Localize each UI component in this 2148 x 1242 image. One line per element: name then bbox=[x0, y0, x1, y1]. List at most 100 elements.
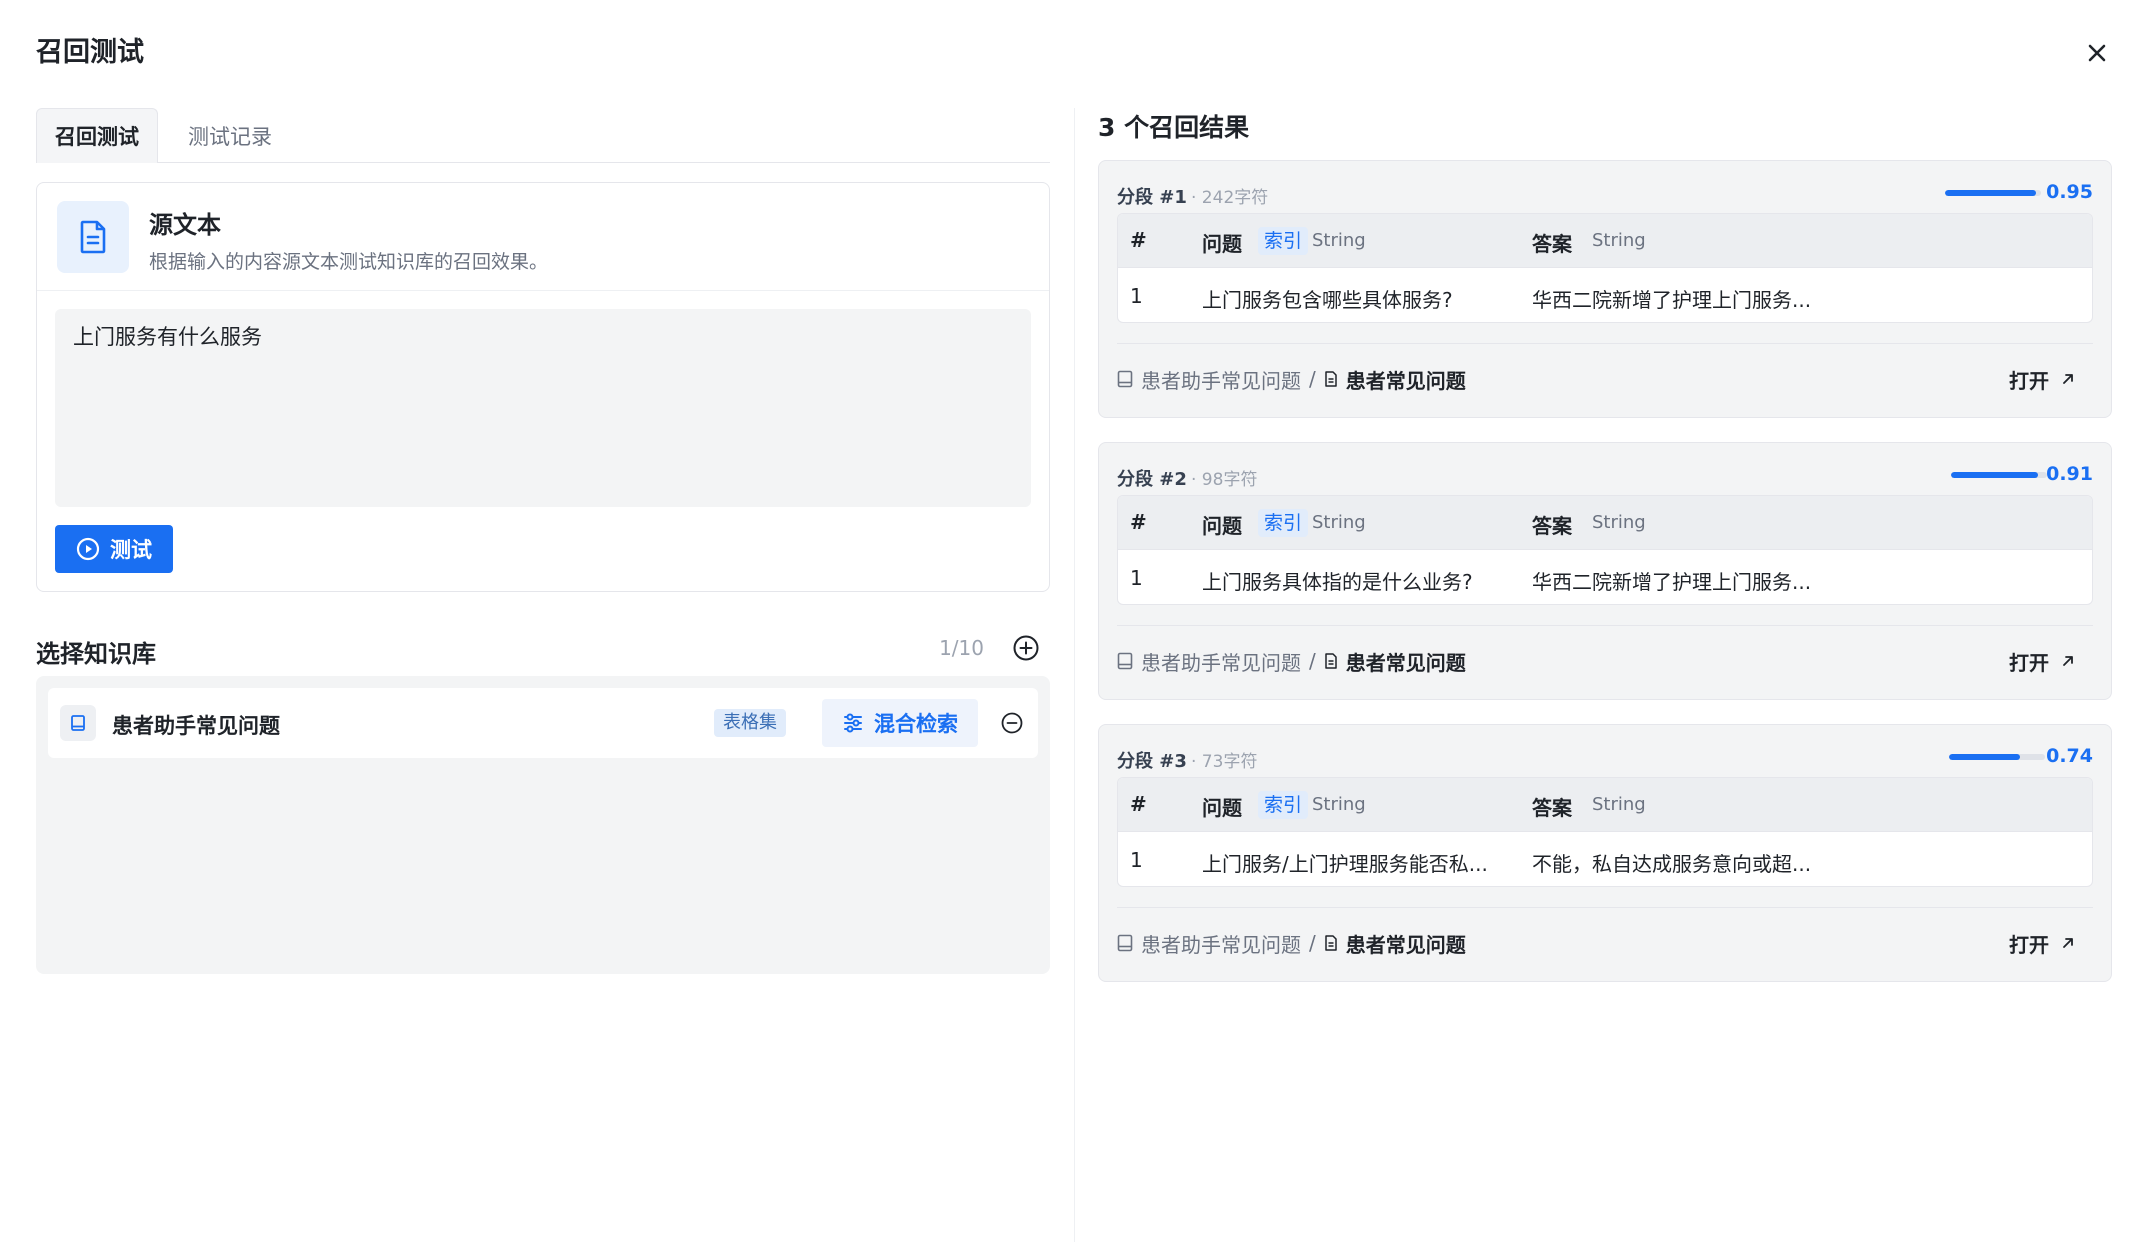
open-label: 打开 bbox=[2009, 368, 2049, 393]
kb-item-name: 患者助手常见问题 bbox=[112, 714, 280, 738]
kb-count: 1/10 bbox=[939, 636, 984, 660]
answer-type: String bbox=[1592, 512, 1646, 533]
close-icon bbox=[2088, 44, 2106, 62]
col-answer-header: 答案 bbox=[1532, 232, 1572, 256]
segment-label: 分段 #2 bbox=[1117, 469, 1187, 490]
kb-item: 患者助手常见问题 表格集 混合检索 bbox=[48, 688, 1038, 758]
index-badge: 索引 bbox=[1258, 227, 1309, 255]
question-type: String bbox=[1312, 230, 1366, 251]
document-icon bbox=[1325, 653, 1337, 669]
breadcrumb-kb[interactable]: 患者助手常见问题 bbox=[1141, 365, 1301, 394]
segment-char-count: · 73字符 bbox=[1191, 752, 1258, 772]
score-bar-fill bbox=[1951, 472, 2039, 478]
source-title: 源文本 bbox=[149, 211, 221, 239]
source-text-input[interactable]: 上门服务有什么服务 bbox=[55, 309, 1031, 507]
book-icon bbox=[60, 705, 96, 741]
index-badge: 索引 bbox=[1258, 509, 1309, 537]
score-bar-fill bbox=[1945, 190, 2037, 196]
book-icon bbox=[1117, 370, 1133, 388]
arrow-up-right-icon bbox=[2063, 938, 2073, 948]
segment-label: 分段 #3 bbox=[1117, 751, 1187, 772]
kb-section-header: 选择知识库 1/10 bbox=[36, 628, 1050, 668]
breadcrumb-kb[interactable]: 患者助手常见问题 bbox=[1141, 929, 1301, 958]
arrow-up-right-icon bbox=[2063, 656, 2073, 666]
row-number: 1 bbox=[1130, 284, 1143, 308]
score-value: 0.91 bbox=[2046, 463, 2093, 485]
tab-recall-test[interactable]: 召回测试 bbox=[36, 108, 158, 163]
index-badge: 索引 bbox=[1258, 791, 1309, 819]
table-header: # 问题 索引 String 答案 String bbox=[1118, 778, 2092, 832]
breadcrumb-separator: / bbox=[1309, 367, 1316, 391]
row-answer: 华西二院新增了护理上门服务... bbox=[1532, 288, 1812, 312]
col-answer-header: 答案 bbox=[1532, 796, 1572, 820]
breadcrumb-doc[interactable]: 患者常见问题 bbox=[1346, 647, 1466, 676]
result-table: # 问题 索引 String 答案 String 1 上门服务包含哪些具体服务?… bbox=[1117, 213, 2093, 323]
result-card: 分段 #1 · 242字符 0.95 # 问题 索引 String 答案 Str… bbox=[1098, 160, 2112, 418]
recall-test-modal: 召回测试 召回测试 测试记录 源文本 根据输入的内容源文本测试知识库的召回效果。… bbox=[0, 0, 2148, 1242]
tab-test-history[interactable]: 测试记录 bbox=[170, 108, 290, 163]
score-bar bbox=[1951, 472, 2047, 478]
kb-section-title: 选择知识库 bbox=[36, 640, 156, 668]
minus-circle-icon[interactable] bbox=[1000, 711, 1024, 735]
divider bbox=[1117, 907, 2093, 908]
panel-divider bbox=[1074, 108, 1075, 1242]
table-header: # 问题 索引 String 答案 String bbox=[1118, 496, 2092, 550]
results-panel: 3 个召回结果 分段 #1 · 242字符 0.95 # 问题 索引 Strin… bbox=[1098, 108, 2112, 1242]
breadcrumb-doc[interactable]: 患者常见问题 bbox=[1346, 365, 1466, 394]
breadcrumb-kb[interactable]: 患者助手常见问题 bbox=[1141, 647, 1301, 676]
row-number: 1 bbox=[1130, 848, 1143, 872]
table-header: # 问题 索引 String 答案 String bbox=[1118, 214, 2092, 268]
question-type: String bbox=[1312, 794, 1366, 815]
open-label: 打开 bbox=[2009, 932, 2049, 957]
open-button[interactable]: 打开 bbox=[2009, 645, 2075, 677]
result-table: # 问题 索引 String 答案 String 1 上门服务/上门护理服务能否… bbox=[1117, 777, 2093, 887]
divider bbox=[1117, 625, 2093, 626]
col-question-header: 问题 bbox=[1202, 514, 1242, 538]
divider bbox=[1117, 343, 2093, 344]
sliders-icon bbox=[844, 713, 862, 733]
document-icon bbox=[1325, 371, 1337, 387]
test-button-label: 测试 bbox=[110, 538, 152, 562]
document-icon bbox=[57, 201, 129, 273]
open-button[interactable]: 打开 bbox=[2009, 363, 2075, 395]
score-bar bbox=[1945, 190, 2041, 196]
score-bar-fill bbox=[1949, 754, 2021, 760]
col-number-header: # bbox=[1130, 228, 1147, 252]
left-panel: 召回测试 测试记录 源文本 根据输入的内容源文本测试知识库的召回效果。 上门服务… bbox=[36, 108, 1050, 1242]
row-answer: 不能，私自达成服务意向或超... bbox=[1532, 852, 1812, 876]
document-icon bbox=[1325, 935, 1337, 951]
play-circle-icon bbox=[76, 537, 100, 561]
close-button[interactable] bbox=[2082, 38, 2112, 68]
row-question: 上门服务包含哪些具体服务? bbox=[1202, 288, 1453, 312]
test-button[interactable]: 测试 bbox=[55, 525, 173, 573]
score-bar bbox=[1949, 754, 2045, 760]
breadcrumb-doc[interactable]: 患者常见问题 bbox=[1346, 929, 1466, 958]
arrow-up-right-icon bbox=[2063, 374, 2073, 384]
breadcrumb-separator: / bbox=[1309, 649, 1316, 673]
book-icon bbox=[1117, 934, 1133, 952]
question-type: String bbox=[1312, 512, 1366, 533]
row-question: 上门服务/上门护理服务能否私... bbox=[1202, 852, 1488, 876]
col-number-header: # bbox=[1130, 510, 1147, 534]
tab-bar: 召回测试 测试记录 bbox=[36, 108, 1050, 163]
source-header: 源文本 根据输入的内容源文本测试知识库的召回效果。 bbox=[37, 183, 1049, 291]
open-button[interactable]: 打开 bbox=[2009, 927, 2075, 959]
retrieval-mode-button[interactable]: 混合检索 bbox=[822, 699, 978, 747]
open-label: 打开 bbox=[2009, 650, 2049, 675]
col-question-header: 问题 bbox=[1202, 232, 1242, 256]
add-circle-icon[interactable] bbox=[1012, 634, 1040, 662]
book-icon bbox=[1117, 652, 1133, 670]
col-answer-header: 答案 bbox=[1532, 514, 1572, 538]
result-table: # 问题 索引 String 答案 String 1 上门服务具体指的是什么业务… bbox=[1117, 495, 2093, 605]
result-card: 分段 #2 · 98字符 0.91 # 问题 索引 String 答案 Stri… bbox=[1098, 442, 2112, 700]
score-value: 0.95 bbox=[2046, 181, 2093, 203]
row-number: 1 bbox=[1130, 566, 1143, 590]
breadcrumb-separator: / bbox=[1309, 931, 1316, 955]
col-question-header: 问题 bbox=[1202, 796, 1242, 820]
result-card: 分段 #3 · 73字符 0.74 # 问题 索引 String 答案 Stri… bbox=[1098, 724, 2112, 982]
source-description: 根据输入的内容源文本测试知识库的召回效果。 bbox=[149, 251, 549, 273]
row-answer: 华西二院新增了护理上门服务... bbox=[1532, 570, 1812, 594]
row-question: 上门服务具体指的是什么业务? bbox=[1202, 570, 1473, 594]
breadcrumb: 患者助手常见问题 / 患者常见问题 bbox=[1117, 927, 1466, 959]
retrieval-mode-label: 混合检索 bbox=[874, 712, 958, 736]
